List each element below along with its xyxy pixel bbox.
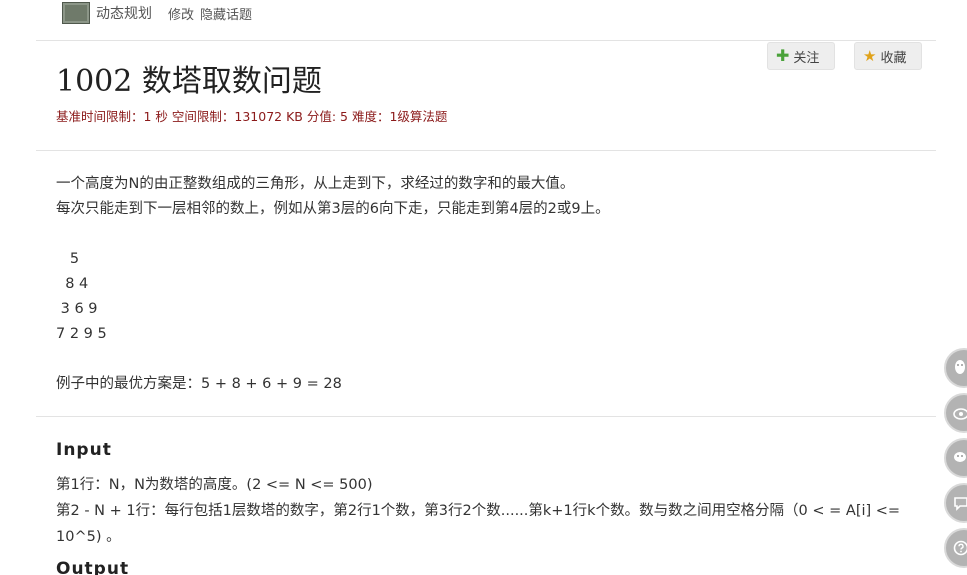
plus-icon: ✚ <box>776 46 790 65</box>
follow-button[interactable]: ✚ 关注 <box>767 42 835 70</box>
divider <box>36 40 936 41</box>
wechat-icon[interactable] <box>944 438 967 478</box>
divider <box>36 150 936 151</box>
input-heading: Input <box>56 440 112 460</box>
description-line: 3 6 9 <box>56 301 98 317</box>
follow-label: 关注 <box>793 50 820 66</box>
favorite-button[interactable]: ★ 收藏 <box>854 42 922 70</box>
page-title: 1002 数塔取数问题 <box>56 64 322 99</box>
output-heading: Output <box>56 559 130 575</box>
input-line: 第1行：N，N为数塔的高度。(2 <= N <= 500) <box>56 477 373 493</box>
description-line <box>56 222 610 247</box>
problem-limits: 基准时间限制：1 秒 空间限制：131072 KB 分值: 5 难度：1级算法题 <box>56 109 448 124</box>
category-link[interactable]: 动态规划 <box>96 3 152 23</box>
description-line: 例子中的最优方案是：5 + 8 + 6 + 9 = 28 <box>56 376 342 392</box>
comment-icon[interactable] <box>944 483 967 523</box>
hide-topic-link[interactable]: 隐藏话题 <box>200 4 252 23</box>
weibo-icon[interactable] <box>944 393 967 433</box>
description-line: 5 <box>56 251 80 267</box>
problem-description: 一个高度为N的由正整数组成的三角形，从上走到下，求经过的数字和的最大值。 每次只… <box>56 172 610 397</box>
description-line: 7 2 9 5 <box>56 326 107 342</box>
help-icon[interactable] <box>944 528 967 568</box>
input-line: 第2 - N + 1行：每行包括1层数塔的数字，第2行1个数，第3行2个数...… <box>56 503 901 545</box>
description-line: 8 4 <box>56 276 89 292</box>
problem-page: 动态规划 修改 隐藏话题 1002 数塔取数问题 基准时间限制：1 秒 空间限制… <box>0 0 967 575</box>
description-line: 一个高度为N的由正整数组成的三角形，从上走到下，求经过的数字和的最大值。 <box>56 176 575 192</box>
category-thumbnail[interactable] <box>62 2 90 24</box>
qq-icon[interactable] <box>944 348 967 388</box>
star-icon: ★ <box>863 46 877 65</box>
favorite-label: 收藏 <box>880 50 907 66</box>
breadcrumb: 动态规划 修改 隐藏话题 <box>62 0 258 26</box>
divider <box>36 416 936 417</box>
description-line: 每次只能走到下一层相邻的数上，例如从第3层的6向下走，只能走到第4层的2或9上。 <box>56 201 610 217</box>
edit-link[interactable]: 修改 <box>168 4 194 23</box>
input-description: 第1行：N，N为数塔的高度。(2 <= N <= 500) 第2 - N + 1… <box>56 472 906 550</box>
description-line <box>56 347 610 372</box>
